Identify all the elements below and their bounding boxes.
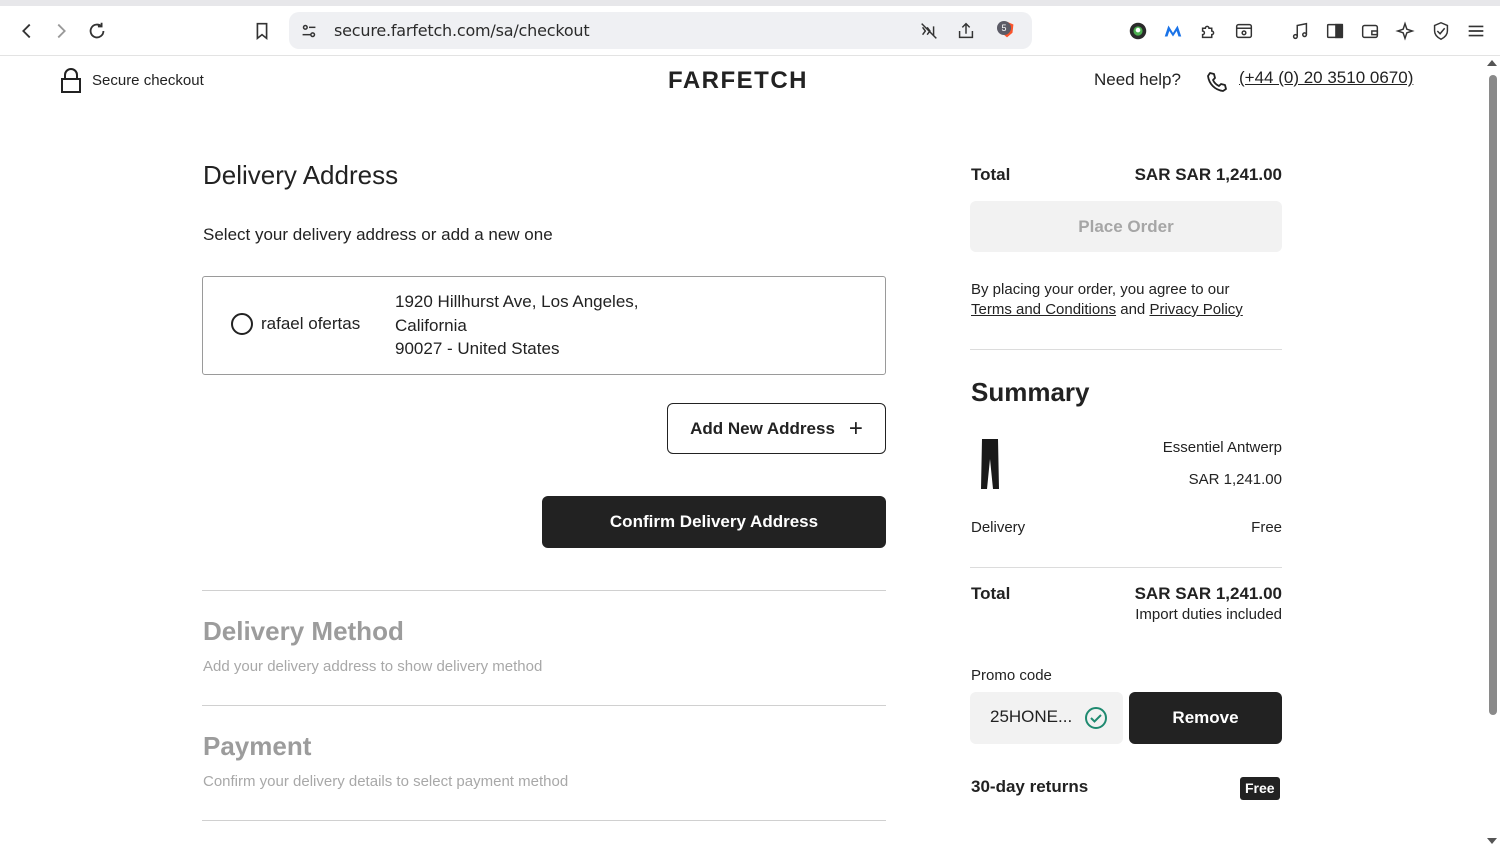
sidebar-divider — [970, 567, 1282, 568]
delivery-cost-value: Free — [1251, 519, 1282, 536]
order-total-label: Total — [971, 165, 1011, 184]
import-duties-note: Import duties included — [1135, 606, 1282, 623]
extension-avatar-icon[interactable] — [1126, 19, 1150, 43]
media-icon[interactable] — [1288, 19, 1312, 43]
add-new-address-label: Add New Address — [690, 418, 835, 438]
delivery-cost-label: Delivery — [971, 519, 1026, 536]
extension-m-icon[interactable] — [1161, 19, 1185, 43]
product-price: SAR 1,241.00 — [1188, 471, 1282, 488]
secure-checkout-label: Secure checkout — [92, 72, 204, 89]
delivery-address-title: Delivery Address — [203, 160, 399, 190]
terms-and-conditions-link[interactable]: Terms and Conditions — [971, 301, 1116, 318]
product-thumbnail-trousers[interactable] — [978, 438, 1002, 490]
sidebar-icon[interactable] — [1323, 19, 1347, 43]
url-text[interactable]: secure.farfetch.com/sa/checkout — [334, 21, 590, 40]
agreement-and: and — [1120, 301, 1146, 318]
order-total-value: SAR SAR 1,241.00 — [1134, 165, 1282, 184]
delivery-method-title: Delivery Method — [203, 616, 404, 646]
share-icon[interactable] — [954, 19, 978, 43]
address-line-1: 1920 Hillhurst Ave, Los Angeles, — [395, 292, 639, 311]
reload-icon[interactable] — [85, 19, 109, 43]
brave-shield-icon[interactable]: 5 — [995, 18, 1019, 42]
agreement-prefix: By placing your order, you agree to our — [971, 281, 1230, 298]
payment-title: Payment — [203, 731, 312, 761]
returns-policy-label: 30-day returns — [971, 777, 1089, 796]
delivery-address-subtitle: Select your delivery address or add a ne… — [203, 225, 553, 244]
summary-total-value: SAR SAR 1,241.00 — [1134, 584, 1282, 603]
product-brand[interactable]: Essentiel Antwerp — [1163, 439, 1282, 456]
phone-icon — [1207, 72, 1227, 92]
place-order-button[interactable]: Place Order — [970, 201, 1282, 252]
order-agreement-text: By placing your order, you agree to our … — [971, 280, 1243, 320]
shield-count-badge: 5 — [997, 21, 1011, 35]
bookmark-icon[interactable] — [250, 19, 274, 43]
section-divider — [202, 820, 886, 821]
add-new-address-button[interactable]: Add New Address + — [667, 403, 886, 454]
reader-mode-off-icon[interactable] — [917, 19, 941, 43]
vpn-shield-icon[interactable] — [1429, 19, 1453, 43]
check-circle-icon — [1085, 707, 1107, 729]
summary-title: Summary — [971, 377, 1090, 407]
back-icon[interactable] — [15, 19, 39, 43]
leo-ai-icon[interactable] — [1393, 19, 1417, 43]
address-line-2: California — [395, 315, 467, 335]
address-bar[interactable]: secure.farfetch.com/sa/checkout 5 — [289, 12, 1032, 49]
lock-icon — [61, 68, 81, 93]
promo-code-value[interactable]: 25HONE... — [990, 707, 1072, 727]
need-help-label: Need help? — [1094, 70, 1181, 89]
plus-icon: + — [848, 414, 863, 442]
address-recipient-name: rafael ofertas — [261, 314, 361, 333]
promo-code-label: Promo code — [971, 667, 1052, 684]
remove-promo-button[interactable]: Remove — [1129, 692, 1282, 744]
address-radio[interactable] — [231, 313, 253, 335]
tab-search-icon[interactable] — [1232, 19, 1256, 43]
menu-icon[interactable] — [1464, 19, 1488, 43]
farfetch-logo[interactable]: FARFETCH — [668, 67, 808, 95]
page-scrollbar-thumb[interactable] — [1489, 75, 1497, 715]
address-option-card[interactable]: rafael ofertas 1920 Hillhurst Ave, Los A… — [202, 276, 886, 375]
summary-total-label: Total — [971, 584, 1011, 603]
scroll-up-arrow-icon[interactable] — [1487, 60, 1497, 66]
returns-free-badge: Free — [1240, 777, 1280, 800]
browser-toolbar: secure.farfetch.com/sa/checkout 5 — [0, 6, 1500, 56]
payment-subtitle: Confirm your delivery details to select … — [203, 773, 569, 790]
forward-icon[interactable] — [49, 19, 73, 43]
privacy-policy-link[interactable]: Privacy Policy — [1149, 301, 1242, 318]
delivery-method-subtitle: Add your delivery address to show delive… — [203, 658, 543, 675]
confirm-delivery-address-button[interactable]: Confirm Delivery Address — [542, 496, 886, 548]
address-lines: 1920 Hillhurst Ave, Los Angeles, Califor… — [395, 290, 639, 361]
sidebar-divider — [970, 349, 1282, 350]
extensions-puzzle-icon[interactable] — [1197, 19, 1221, 43]
promo-code-field[interactable]: 25HONE... — [970, 692, 1123, 744]
address-line-3: 90027 - United States — [395, 339, 560, 358]
site-settings-icon[interactable] — [297, 19, 321, 43]
section-divider — [202, 590, 886, 591]
section-divider — [202, 705, 886, 706]
phone-number-link[interactable]: (+44 (0) 20 3510 0670) — [1239, 68, 1413, 88]
scroll-down-arrow-icon[interactable] — [1487, 838, 1497, 844]
wallet-icon[interactable] — [1358, 19, 1382, 43]
